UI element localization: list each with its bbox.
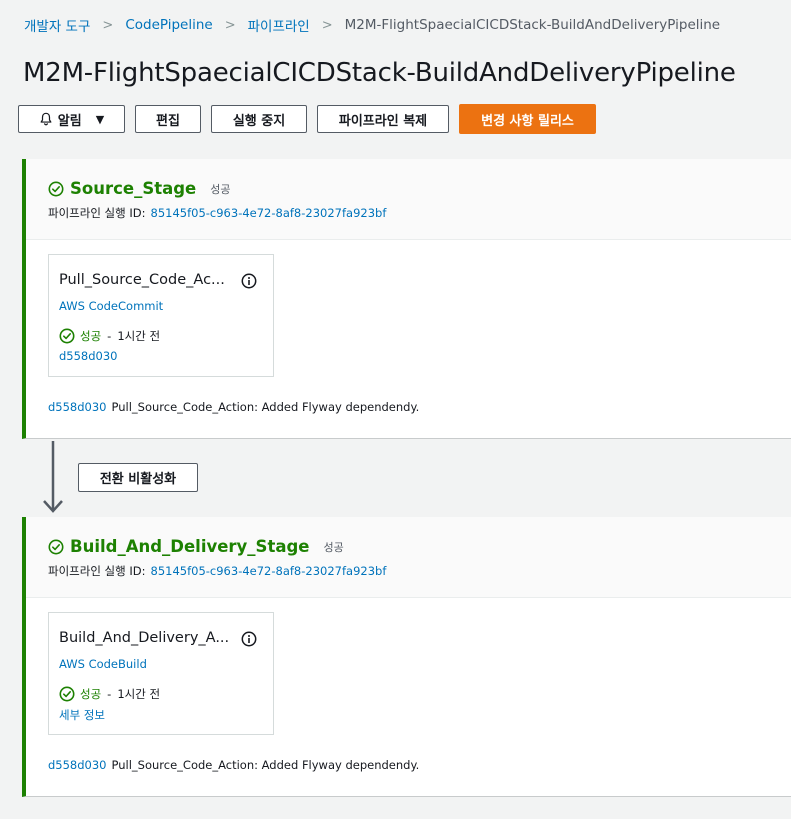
action-card: Build_And_Delivery_A... AWS CodeBuild 성공… [48, 612, 274, 735]
action-status: 성공 [80, 687, 102, 701]
execution-id-label: 파이프라인 실행 ID: [48, 206, 146, 220]
action-time: 1시간 전 [117, 687, 161, 701]
page-title: M2M-FlightSpaecialCICDStack-BuildAndDeli… [23, 58, 736, 88]
breadcrumb: 개발자 도구 > CodePipeline > 파이프라인 > M2M-Flig… [24, 15, 721, 35]
commit-id-link[interactable]: d558d030 [48, 758, 107, 772]
execution-id-link[interactable]: 85145f05-c963-4e72-8af8-23027fa923bf [151, 206, 387, 220]
stage-header: Source_Stage 성공 파이프라인 실행 ID: 85145f05-c96… [26, 159, 791, 240]
execution-id-link[interactable]: 85145f05-c963-4e72-8af8-23027fa923bf [151, 564, 387, 578]
action-name: Build_And_Delivery_A... [59, 630, 230, 646]
status-separator: - [107, 329, 112, 343]
notify-button[interactable]: 알림 ▼ [18, 105, 125, 133]
stage-status: 성공 [210, 182, 231, 196]
stage-source: Source_Stage 성공 파이프라인 실행 ID: 85145f05-c96… [22, 159, 791, 439]
success-check-icon [48, 181, 64, 196]
status-separator: - [107, 687, 112, 701]
stage-build-and-delivery: Build_And_Delivery_Stage 성공 파이프라인 실행 ID:… [22, 517, 791, 797]
info-icon[interactable] [241, 631, 257, 647]
action-name: Pull_Source_Code_Ac... [59, 272, 225, 288]
notify-label: 알림 [57, 113, 82, 129]
bell-icon [40, 112, 52, 126]
edit-button[interactable]: 편집 [135, 105, 201, 133]
breadcrumb-separator-icon: > [321, 17, 333, 33]
stage-name: Source_Stage [70, 179, 197, 198]
stage-header: Build_And_Delivery_Stage 성공 파이프라인 실행 ID:… [26, 517, 791, 598]
action-status: 성공 [80, 329, 102, 343]
stage-status: 성공 [323, 540, 344, 554]
info-icon[interactable] [241, 273, 257, 289]
release-change-button[interactable]: 변경 사항 릴리스 [459, 104, 596, 134]
stage-name: Build_And_Delivery_Stage [70, 537, 310, 556]
breadcrumb-current: M2M-FlightSpaecialCICDStack-BuildAndDeli… [344, 17, 721, 33]
success-check-icon [59, 328, 75, 344]
breadcrumb-pipelines[interactable]: 파이프라인 [248, 15, 310, 35]
commit-info: d558d030 Pull_Source_Code_Action: Added F… [48, 400, 419, 414]
commit-message: Pull_Source_Code_Action: Added Flyway de… [111, 758, 420, 772]
action-time: 1시간 전 [117, 329, 161, 343]
caret-down-icon: ▼ [95, 112, 105, 126]
commit-link[interactable]: d558d030 [59, 349, 118, 363]
execution-id-label: 파이프라인 실행 ID: [48, 564, 146, 578]
disable-transition-button[interactable]: 전환 비활성화 [78, 463, 198, 492]
success-check-icon [59, 686, 75, 702]
commit-message: Pull_Source_Code_Action: Added Flyway de… [111, 400, 420, 414]
details-link[interactable]: 세부 정보 [59, 707, 105, 723]
breadcrumb-separator-icon: > [224, 17, 236, 33]
breadcrumb-separator-icon: > [102, 17, 114, 33]
breadcrumb-codepipeline[interactable]: CodePipeline [125, 17, 212, 33]
stop-execution-button[interactable]: 실행 중지 [211, 105, 307, 133]
action-card: Pull_Source_Code_Ac... AWS CodeCommit 성공… [48, 254, 274, 377]
clone-pipeline-button[interactable]: 파이프라인 복제 [317, 105, 449, 133]
success-check-icon [48, 539, 64, 554]
action-provider-link[interactable]: AWS CodeCommit [59, 299, 163, 313]
action-provider-link[interactable]: AWS CodeBuild [59, 657, 147, 671]
breadcrumb-developer-tools[interactable]: 개발자 도구 [24, 15, 90, 35]
commit-id-link[interactable]: d558d030 [48, 400, 107, 414]
transition-arrow-icon [43, 441, 63, 513]
commit-info: d558d030 Pull_Source_Code_Action: Added F… [48, 758, 419, 772]
